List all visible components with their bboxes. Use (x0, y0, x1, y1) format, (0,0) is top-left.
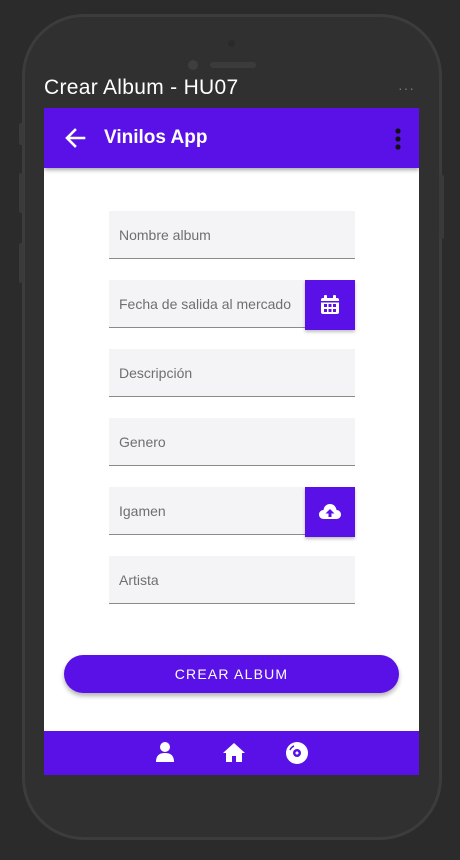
upload-button[interactable] (305, 487, 355, 537)
crear-album-button[interactable]: CREAR ALBUM (64, 655, 399, 693)
calendar-icon (321, 295, 339, 314)
app-title: Vinilos App (104, 127, 208, 148)
field-placeholder: Nombre album (119, 227, 211, 243)
frame-menu-dots: ··· (398, 80, 415, 96)
app-screen: Vinilos App Nombre album Fecha de salida… (44, 108, 419, 775)
field-placeholder: Genero (119, 434, 166, 450)
field-placeholder: Fecha de salida al mercado (119, 296, 291, 312)
app-bar: Vinilos App (44, 108, 419, 168)
home-icon[interactable] (222, 741, 246, 763)
phone-camera (228, 40, 235, 47)
more-vertical-icon[interactable] (394, 128, 402, 150)
phone-side-button (19, 173, 24, 213)
field-placeholder: Descripción (119, 365, 193, 381)
user-icon[interactable] (155, 741, 175, 763)
phone-front-camera (188, 60, 198, 70)
album-disc-icon[interactable] (285, 741, 309, 765)
calendar-button[interactable] (305, 280, 355, 330)
imagen-field[interactable]: Igamen (109, 487, 305, 535)
fecha-salida-field[interactable]: Fecha de salida al mercado (109, 280, 305, 328)
artista-field[interactable]: Artista (109, 556, 355, 604)
cloud-upload-icon (319, 504, 341, 519)
nombre-album-field[interactable]: Nombre album (109, 211, 355, 259)
arrow-left-icon[interactable] (64, 126, 86, 150)
phone-side-button (439, 175, 444, 239)
descripcion-field[interactable]: Descripción (109, 349, 355, 397)
bottom-nav (44, 731, 419, 775)
phone-side-button (19, 243, 24, 283)
frame-title: Crear Album - HU07 (44, 76, 239, 99)
phone-side-button (19, 123, 24, 145)
field-placeholder: Igamen (119, 503, 166, 519)
genero-field[interactable]: Genero (109, 418, 355, 466)
phone-speaker (210, 62, 256, 68)
field-placeholder: Artista (119, 572, 159, 588)
